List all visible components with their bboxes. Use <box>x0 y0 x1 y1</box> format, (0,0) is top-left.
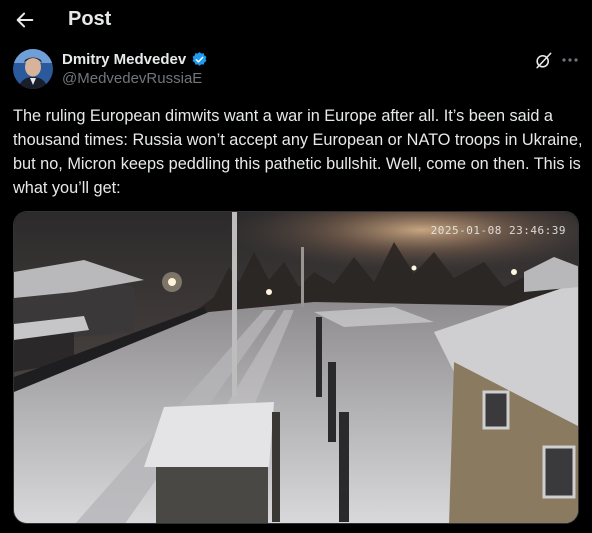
author-handle[interactable]: @MedvedevRussiaE <box>62 70 202 87</box>
page-title: Post <box>68 8 112 30</box>
night-snow-camera-image <box>14 212 578 523</box>
grok-icon[interactable] <box>534 51 553 70</box>
verified-badge-icon <box>192 52 207 66</box>
more-horizontal-icon[interactable] <box>558 50 582 70</box>
post-media-image[interactable]: 2025-01-08 23:46:39 <box>13 211 579 524</box>
author-name[interactable]: Dmitry Medvedev <box>62 51 186 68</box>
arrow-left-icon[interactable] <box>14 9 36 31</box>
post-text: The ruling European dimwits want a war i… <box>13 107 583 197</box>
avatar[interactable] <box>13 49 53 89</box>
top-bar: Post <box>0 0 592 40</box>
camera-timestamp: 2025-01-08 23:46:39 <box>430 224 566 237</box>
